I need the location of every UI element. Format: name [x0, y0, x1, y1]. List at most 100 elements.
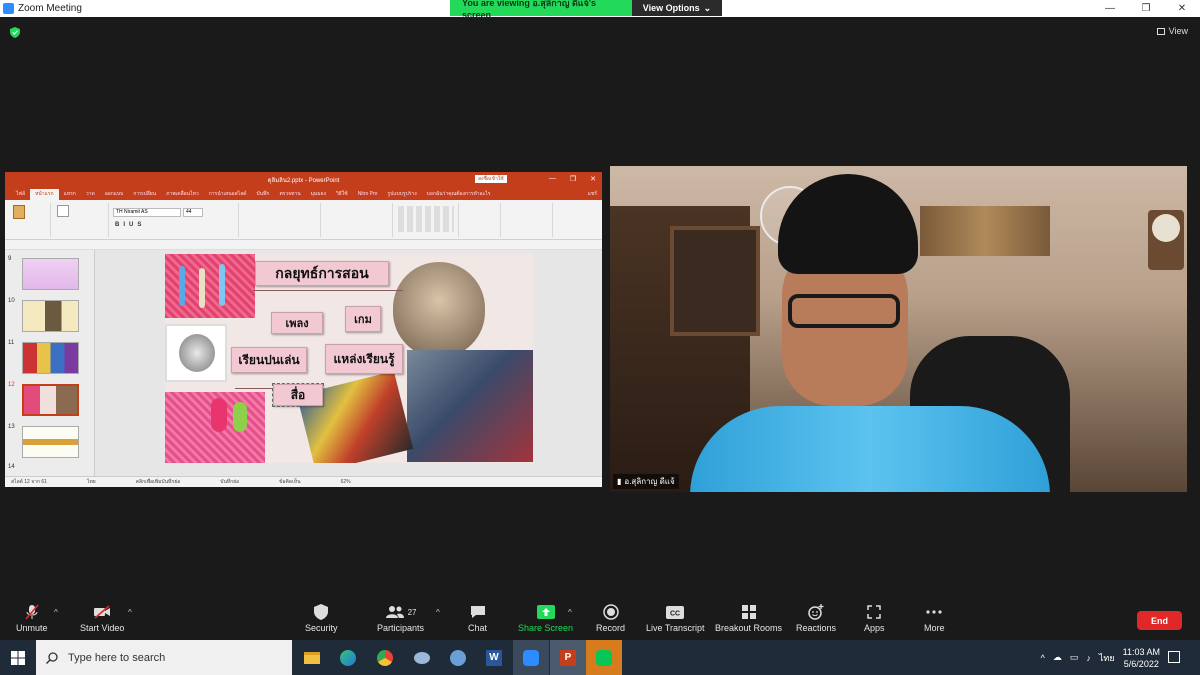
- taskbar-search-box[interactable]: Type here to search: [36, 640, 292, 675]
- view-options-button[interactable]: View Options ⌄: [632, 0, 722, 16]
- minimize-button[interactable]: —: [1092, 0, 1128, 17]
- windows-start-button[interactable]: [0, 640, 35, 675]
- participants-caret[interactable]: ^: [436, 608, 440, 617]
- ppt-tab[interactable]: บันทึก: [252, 189, 275, 200]
- record-button[interactable]: Record: [596, 604, 625, 633]
- view-layout-button[interactable]: View: [1156, 26, 1188, 36]
- title-bar: Zoom Meeting You are viewing อ.สุลิกาญ ด…: [0, 0, 1200, 20]
- ppt-tab[interactable]: ไฟล์: [11, 189, 30, 200]
- slide-thumbnail-selected[interactable]: 12: [7, 382, 91, 416]
- ppt-tab[interactable]: วิธีใช้: [331, 189, 353, 200]
- ppt-tab[interactable]: Nitro Pro: [353, 189, 383, 200]
- unmute-button[interactable]: Unmute: [16, 604, 48, 633]
- ppt-tab[interactable]: วาด: [81, 189, 100, 200]
- toy-shape: [233, 402, 247, 432]
- slide-thumbnail[interactable]: 13: [7, 424, 91, 458]
- ppt-share-button[interactable]: แชร์: [583, 189, 602, 200]
- ppt-tab[interactable]: การเปลี่ยน: [128, 189, 161, 200]
- zoom-taskbar-icon[interactable]: [513, 640, 549, 675]
- encryption-shield-icon[interactable]: [10, 27, 20, 38]
- security-button[interactable]: Security: [305, 604, 338, 633]
- apps-button[interactable]: Apps: [864, 604, 885, 633]
- start-video-button[interactable]: Start Video: [80, 604, 124, 633]
- notification-center-icon[interactable]: [1168, 651, 1180, 663]
- media-box-selected[interactable]: สื่อ: [272, 383, 324, 407]
- participant-video[interactable]: ▮ อ.สุลิกาญ ดีแจ้: [610, 166, 1187, 492]
- ppt-close-icon[interactable]: ✕: [590, 175, 596, 183]
- onedrive-icon[interactable]: ☁: [1053, 652, 1062, 663]
- breakout-rooms-label: Breakout Rooms: [715, 623, 783, 633]
- smartart-group: [323, 203, 393, 237]
- share-options-caret[interactable]: ^: [568, 608, 572, 617]
- slide-count-label: สไลด์ 12 จาก 61: [11, 479, 47, 485]
- participant-name-tag: ▮ อ.สุลิกาญ ดีแจ้: [613, 474, 679, 489]
- window-controls: — ❐ ✕: [1092, 0, 1200, 17]
- ppt-restore-icon[interactable]: ❐: [570, 175, 576, 183]
- ppt-signin-badge[interactable]: ลงชื่อเข้าใช้: [475, 175, 507, 183]
- edge-taskbar-icon[interactable]: [330, 640, 366, 675]
- ppt-tab[interactable]: แทรก: [59, 189, 81, 200]
- new-slide-icon[interactable]: [57, 205, 69, 217]
- ppt-tab[interactable]: มุมมอง: [306, 189, 331, 200]
- restore-button[interactable]: ❐: [1128, 0, 1164, 17]
- slide-thumbnail[interactable]: 10: [7, 298, 91, 332]
- reactions-button[interactable]: Reactions: [796, 604, 836, 633]
- share-screen-button[interactable]: Share Screen: [518, 604, 573, 633]
- person-glasses: [788, 294, 900, 328]
- audio-options-caret[interactable]: ^: [54, 608, 58, 617]
- ppt-tab[interactable]: การนำเสนอสไลด์: [204, 189, 252, 200]
- file-explorer-taskbar-icon[interactable]: [294, 640, 330, 675]
- ppt-quick-access: [5, 240, 602, 250]
- app-taskbar-icon[interactable]: [440, 640, 476, 675]
- ppt-ribbon: TH Niramit AS 44 BIUS: [5, 200, 602, 240]
- closed-caption-icon: CC: [666, 604, 685, 620]
- more-button[interactable]: More: [924, 604, 945, 633]
- line-icon: [596, 649, 612, 666]
- tray-overflow-icon[interactable]: ^: [1041, 653, 1045, 663]
- zoom-logo-icon: [3, 3, 14, 14]
- shapes-gallery[interactable]: [398, 206, 454, 232]
- close-button[interactable]: ✕: [1164, 0, 1200, 17]
- reactions-label: Reactions: [796, 623, 837, 633]
- notes-hint: คลิกเพื่อเพิ่มบันทึกย่อ: [135, 479, 181, 485]
- snip-tool-taskbar-icon[interactable]: [404, 640, 440, 675]
- chat-label: Chat: [468, 623, 488, 633]
- start-video-label: Start Video: [80, 623, 125, 633]
- notes-button[interactable]: บันทึกย่อ: [220, 478, 239, 486]
- slide-photo-toys: [165, 392, 265, 463]
- ppt-tell-me[interactable]: บอกฉันว่าคุณต้องการทำอะไร: [422, 189, 496, 200]
- ppt-tab[interactable]: ภาพเคลื่อนไหว: [161, 189, 204, 200]
- wall-carving-shape: [920, 206, 1050, 256]
- participants-button[interactable]: 27 Participants: [377, 604, 424, 633]
- svg-text:CC: CC: [670, 610, 680, 617]
- ppt-ribbon-tabs: ไฟล์ หน้าแรก แทรก วาด ออกแบบ การเปลี่ยน …: [5, 187, 602, 200]
- input-language[interactable]: ไทย: [1099, 651, 1115, 665]
- powerpoint-taskbar-icon[interactable]: P: [550, 640, 586, 675]
- zoom-level[interactable]: 62%: [341, 479, 351, 485]
- network-icon[interactable]: ▭: [1070, 652, 1079, 663]
- chat-button[interactable]: Chat: [468, 604, 487, 633]
- participants-label: Participants: [377, 623, 425, 633]
- breakout-rooms-button[interactable]: Breakout Rooms: [715, 604, 782, 633]
- spoon-shape: [179, 266, 185, 306]
- line-taskbar-icon[interactable]: [586, 640, 622, 675]
- slide-thumbnail[interactable]: 9: [7, 256, 91, 290]
- word-taskbar-icon[interactable]: W: [476, 640, 512, 675]
- ppt-tab[interactable]: ตรวจทาน: [274, 189, 305, 200]
- ppt-tab[interactable]: รูปแบบรูปร่าง: [382, 189, 421, 200]
- slide-number: 13: [8, 424, 15, 430]
- microphone-muted-icon: [23, 604, 41, 620]
- volume-icon[interactable]: ♪: [1086, 653, 1091, 663]
- video-options-caret[interactable]: ^: [128, 608, 132, 617]
- comments-button[interactable]: ข้อคิดเห็น: [279, 478, 300, 486]
- paste-icon[interactable]: [13, 205, 25, 219]
- ppt-minimize-icon[interactable]: —: [549, 175, 556, 183]
- ppt-tab[interactable]: ออกแบบ: [100, 189, 129, 200]
- chrome-taskbar-icon[interactable]: [367, 640, 403, 675]
- live-transcript-button[interactable]: CC Live Transcript: [646, 604, 705, 633]
- taskbar-clock[interactable]: 11:03 AM 5/6/2022: [1123, 646, 1160, 670]
- slide-canvas[interactable]: กลยุทธ์การสอน เพลง เกม เรียนปนเล่น แหล่ง…: [165, 254, 533, 463]
- slide-thumbnail[interactable]: 11: [7, 340, 91, 374]
- end-meeting-button[interactable]: End: [1137, 611, 1182, 630]
- ppt-tab-home[interactable]: หน้าแรก: [30, 189, 59, 200]
